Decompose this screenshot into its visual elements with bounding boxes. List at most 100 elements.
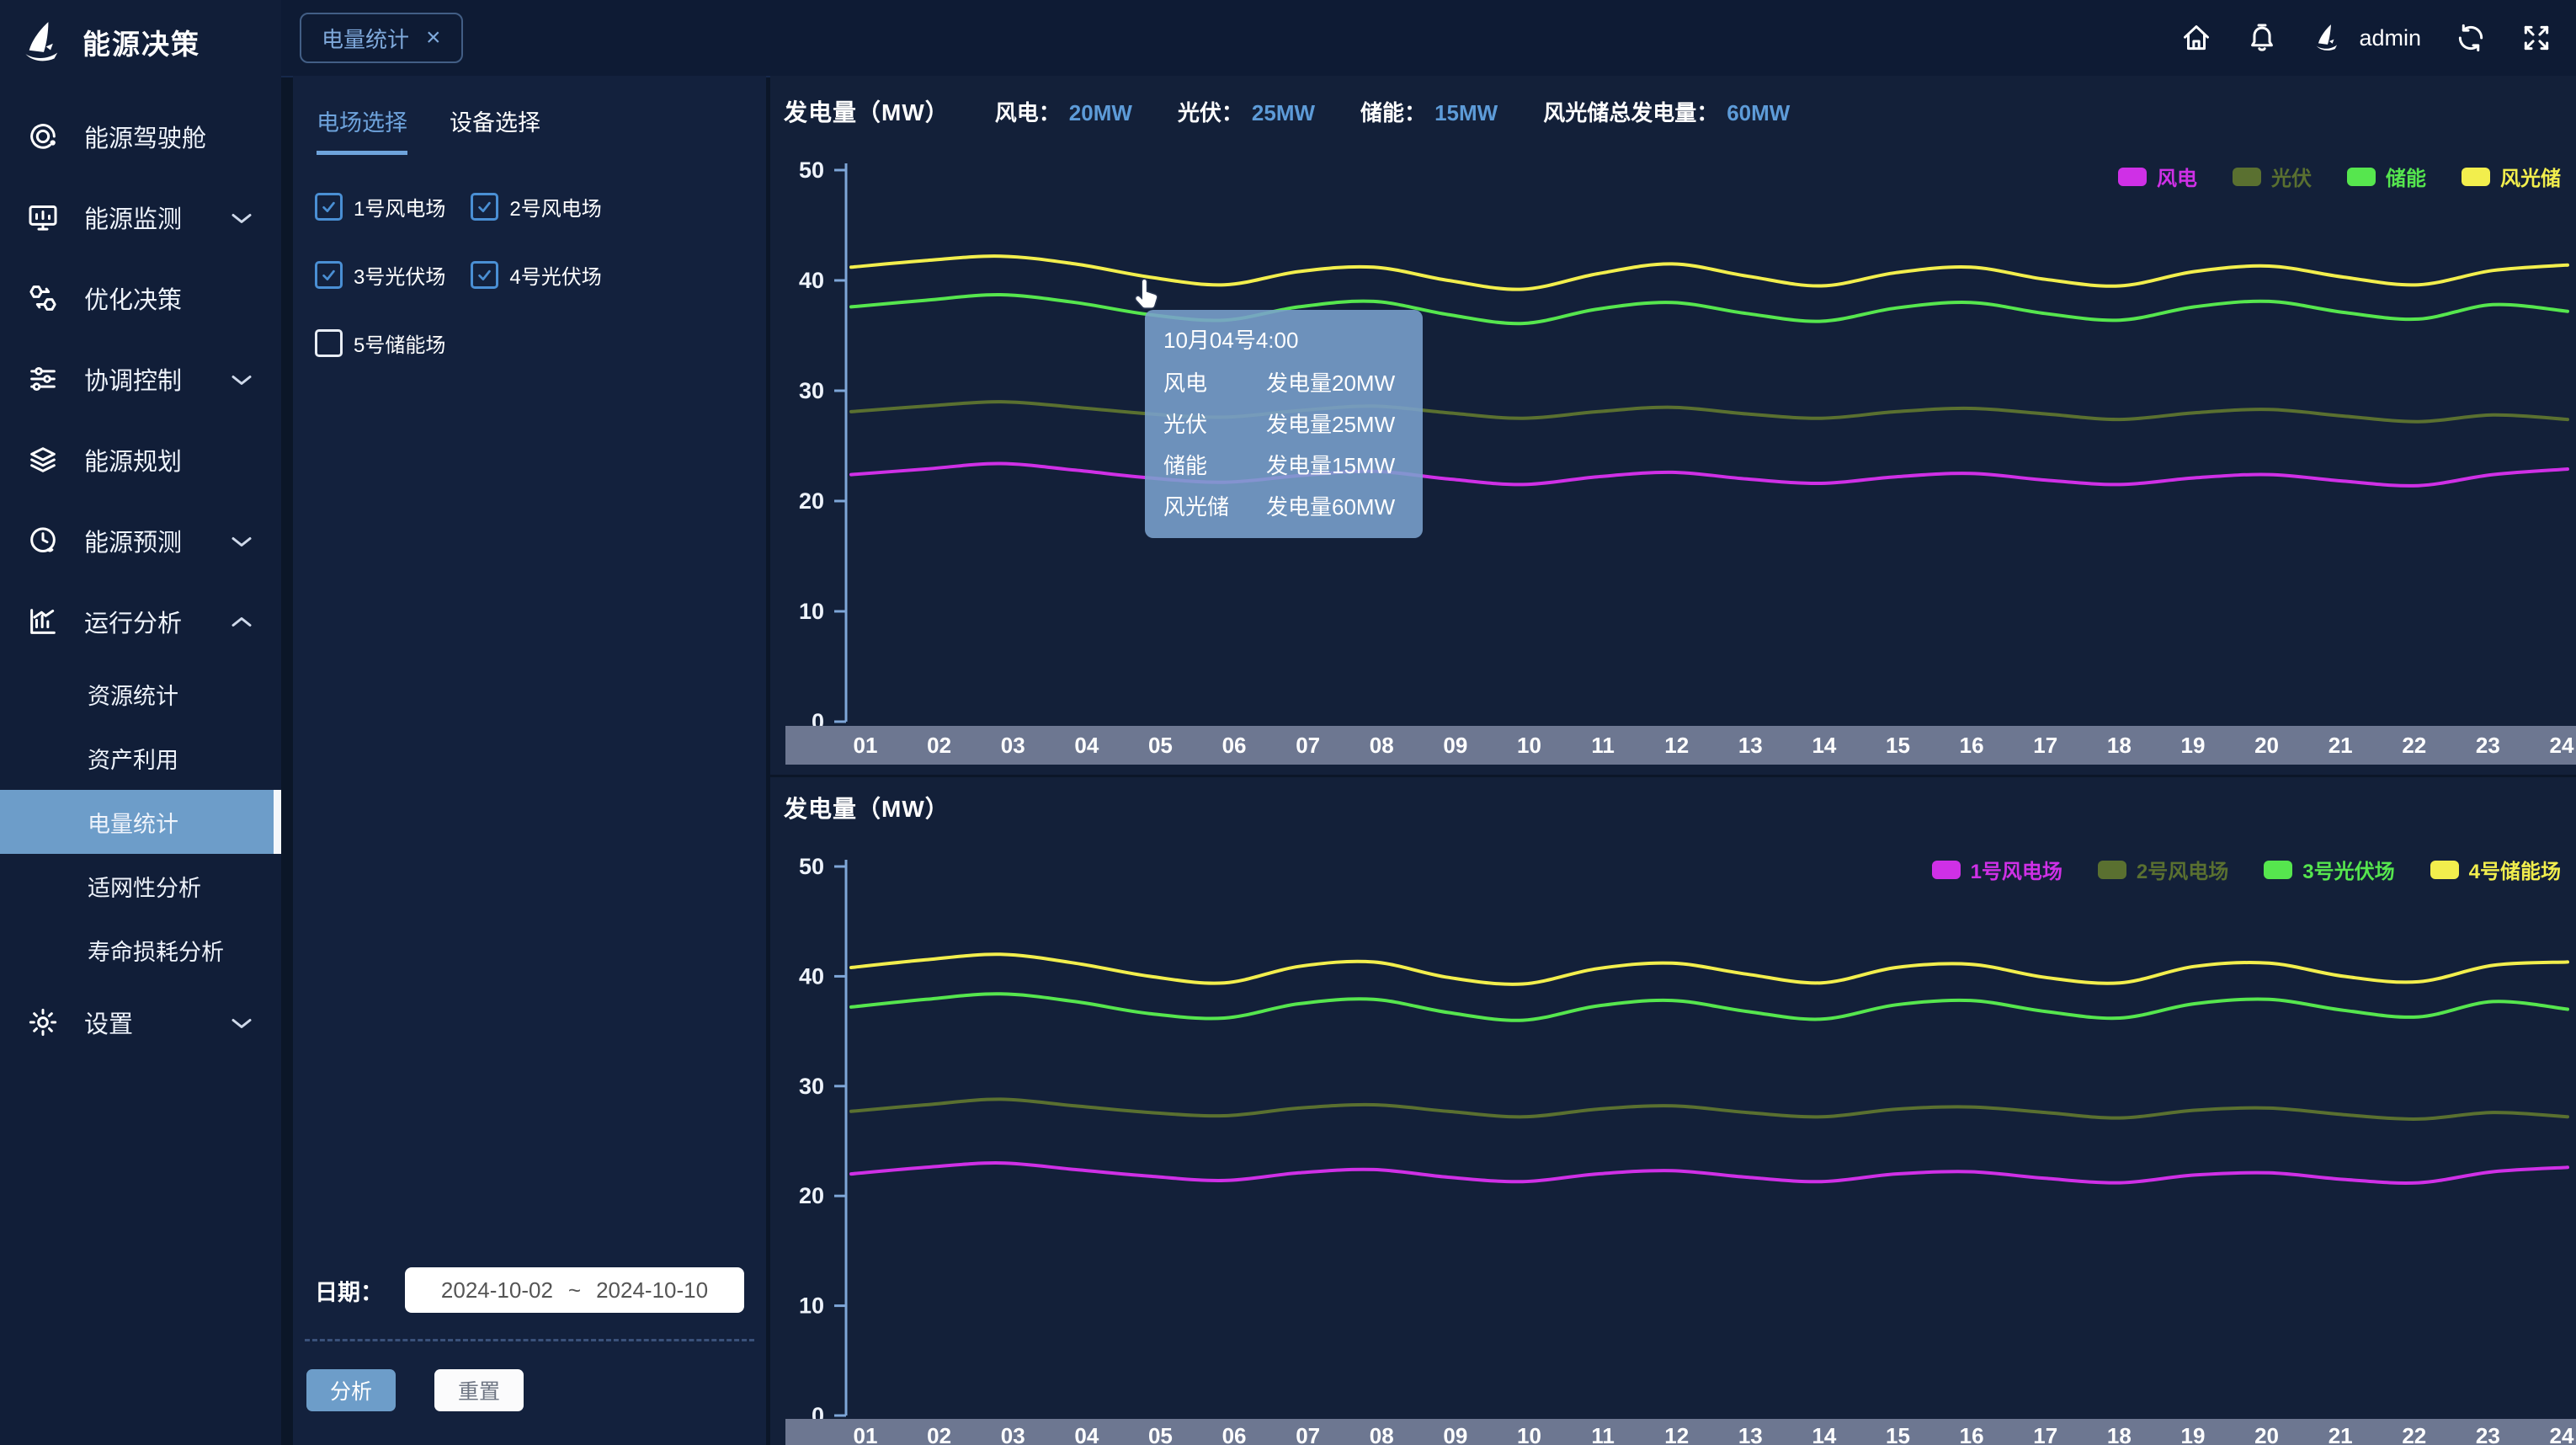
x-axis-label: 05 <box>1148 733 1173 758</box>
tab-power-statistics[interactable]: 电量统计 × <box>300 13 463 63</box>
date-end: 2024-10-10 <box>596 1277 708 1304</box>
y-axis-label: 30 <box>799 378 824 403</box>
sidebar-item-label: 能源驾驶舱 <box>84 119 206 154</box>
chart-icon <box>25 604 61 639</box>
legend-item-光伏[interactable]: 光伏 <box>2233 162 2312 191</box>
avatar-sail-icon[interactable] <box>2312 22 2344 54</box>
legend-item-2号风电场[interactable]: 2号风电场 <box>2098 855 2228 884</box>
checkbox-checked-icon <box>315 261 343 289</box>
refresh-icon[interactable] <box>2455 22 2487 54</box>
legend-item-3号光伏场[interactable]: 3号光伏场 <box>2264 855 2394 884</box>
sidebar-item-energy-monitoring[interactable]: 能源监测 <box>0 177 281 258</box>
x-axis-label: 17 <box>2033 1423 2057 1445</box>
legend-label: 1号风电场 <box>1971 855 2062 884</box>
fullscreen-icon[interactable] <box>2520 22 2552 54</box>
sidebar-item-energy-cockpit[interactable]: 能源驾驶舱 <box>0 96 281 177</box>
x-axis-label: 11 <box>1591 733 1615 758</box>
farm-checkbox-4[interactable]: 4号光伏场 <box>471 260 601 290</box>
sidebar-subitem-asset-utilization[interactable]: 资产利用 <box>0 726 281 790</box>
dashboard-icon <box>25 119 61 154</box>
x-axis-label: 14 <box>1812 1423 1836 1445</box>
x-axis-label: 02 <box>927 733 951 758</box>
tooltip-series-name: 风光储 <box>1163 490 1266 521</box>
farm-checkbox-5[interactable]: 5号储能场 <box>315 328 445 358</box>
sidebar-item-label: 优化决策 <box>84 280 182 316</box>
charts-area: 发电量（MW） 风电：20MW 光伏：25MW 储能：15MW 风光储总发电量：… <box>770 76 2576 1445</box>
legend-swatch <box>2347 168 2376 186</box>
x-axis-label: 20 <box>2254 1423 2279 1445</box>
tooltip-row: 储能发电量15MW <box>1163 449 1404 480</box>
tab-farm-select[interactable]: 电场选择 <box>317 104 407 155</box>
app-title: 能源决策 <box>82 22 200 62</box>
tooltip-title: 10月04号4:00 <box>1163 323 1404 355</box>
sidebar-nav: 能源驾驶舱能源监测优化决策协调控制能源规划能源预测运行分析资源统计资产利用电量统… <box>0 96 281 1063</box>
legend-item-储能[interactable]: 储能 <box>2347 162 2426 191</box>
sidebar-item-operation-analysis[interactable]: 运行分析 <box>0 581 281 662</box>
topbar: 电量统计 × admin <box>281 0 2576 77</box>
tooltip-series-value: 发电量60MW <box>1266 490 1404 521</box>
sidebar-item-energy-planning[interactable]: 能源规划 <box>0 419 281 500</box>
app-root: 能源决策 能源驾驶舱能源监测优化决策协调控制能源规划能源预测运行分析资源统计资产… <box>0 0 2576 1445</box>
filter-panel: 电场选择 设备选择 1号风电场2号风电场3号光伏场4号光伏场5号储能场 日期： … <box>293 76 766 1445</box>
date-range-input[interactable]: 2024-10-02 ~ 2024-10-10 <box>405 1267 744 1313</box>
farm-checkbox-group: 1号风电场 2号风电场 3号光伏场 4号光伏场 5号储能场 <box>293 155 766 358</box>
sidebar-item-optimization-decision[interactable]: 优化决策 <box>0 258 281 339</box>
legend-swatch <box>2462 168 2490 186</box>
sidebar-item-label: 能源规划 <box>84 442 182 477</box>
tooltip-row: 风光储发电量60MW <box>1163 490 1404 521</box>
y-axis-label: 40 <box>799 268 824 293</box>
legend-item-1号风电场[interactable]: 1号风电场 <box>1932 855 2062 884</box>
sidebar: 能源决策 能源驾驶舱能源监测优化决策协调控制能源规划能源预测运行分析资源统计资产… <box>0 0 281 1445</box>
sidebar-subitem-grid-adaptability-analysis[interactable]: 适网性分析 <box>0 854 281 918</box>
clock-icon <box>25 523 61 558</box>
sidebar-subitem-power-statistics[interactable]: 电量统计 <box>0 790 281 854</box>
x-axis-label: 10 <box>1517 733 1541 758</box>
analyze-button[interactable]: 分析 <box>306 1369 396 1411</box>
sidebar-item-settings[interactable]: 设置 <box>0 982 281 1063</box>
y-axis-label: 50 <box>799 157 824 183</box>
checkbox-checked-icon <box>471 261 498 289</box>
x-axis-label: 09 <box>1443 1423 1467 1445</box>
x-axis-label: 06 <box>1222 1423 1247 1445</box>
series-line-光伏 <box>851 402 2568 422</box>
farm-checkbox-1[interactable]: 1号风电场 <box>315 192 445 221</box>
sidebar-item-energy-forecast[interactable]: 能源预测 <box>0 500 281 581</box>
sidebar-subitem-life-loss-analysis[interactable]: 寿命损耗分析 <box>0 918 281 982</box>
farm-checkbox-3[interactable]: 3号光伏场 <box>315 260 445 290</box>
x-axis-label: 08 <box>1370 733 1394 758</box>
sliders-icon <box>25 361 61 397</box>
legend-label: 光伏 <box>2271 162 2312 191</box>
bell-icon[interactable] <box>2246 22 2278 54</box>
tooltip-series-value: 发电量20MW <box>1266 366 1404 397</box>
tooltip-rows: 风电发电量20MW光伏发电量25MW储能发电量15MW风光储发电量60MW <box>1163 366 1404 521</box>
legend-item-风电[interactable]: 风电 <box>2118 162 2197 191</box>
reset-button[interactable]: 重置 <box>434 1369 524 1411</box>
chevron-up-icon <box>231 608 253 636</box>
sidebar-subitem-label: 资源统计 <box>88 678 178 711</box>
stat-pv-value: 25MW <box>1252 100 1315 126</box>
tab-close-icon[interactable]: × <box>426 25 441 51</box>
series-line-4号储能场 <box>851 954 2568 984</box>
sidebar-subitem-resource-statistics[interactable]: 资源统计 <box>0 662 281 726</box>
farm-checkbox-2[interactable]: 2号风电场 <box>471 192 601 221</box>
stat-total-label: 风光储总发电量： <box>1543 96 1718 127</box>
tooltip-row: 风电发电量20MW <box>1163 366 1404 397</box>
x-axis-label: 17 <box>2033 733 2057 758</box>
farm-checkbox-label: 4号光伏场 <box>509 260 601 290</box>
sidebar-item-coordinated-control[interactable]: 协调控制 <box>0 339 281 419</box>
home-icon[interactable] <box>2180 22 2212 54</box>
legend-item-风光储[interactable]: 风光储 <box>2462 162 2561 191</box>
x-axis-label: 24 <box>2550 1423 2574 1445</box>
tab-label: 电量统计 <box>322 23 409 54</box>
tooltip-series-name: 光伏 <box>1163 408 1266 439</box>
x-axis-label: 13 <box>1738 733 1763 758</box>
legend-swatch <box>2430 861 2459 879</box>
x-axis-label: 14 <box>1812 733 1836 758</box>
legend-label: 4号储能场 <box>2469 855 2561 884</box>
chevron-down-icon <box>231 527 253 555</box>
legend-swatch <box>2118 168 2147 186</box>
tab-device-select[interactable]: 设备选择 <box>450 104 540 155</box>
sail-logo-icon <box>22 20 66 64</box>
user-name[interactable]: admin <box>2359 25 2421 51</box>
legend-item-4号储能场[interactable]: 4号储能场 <box>2430 855 2561 884</box>
